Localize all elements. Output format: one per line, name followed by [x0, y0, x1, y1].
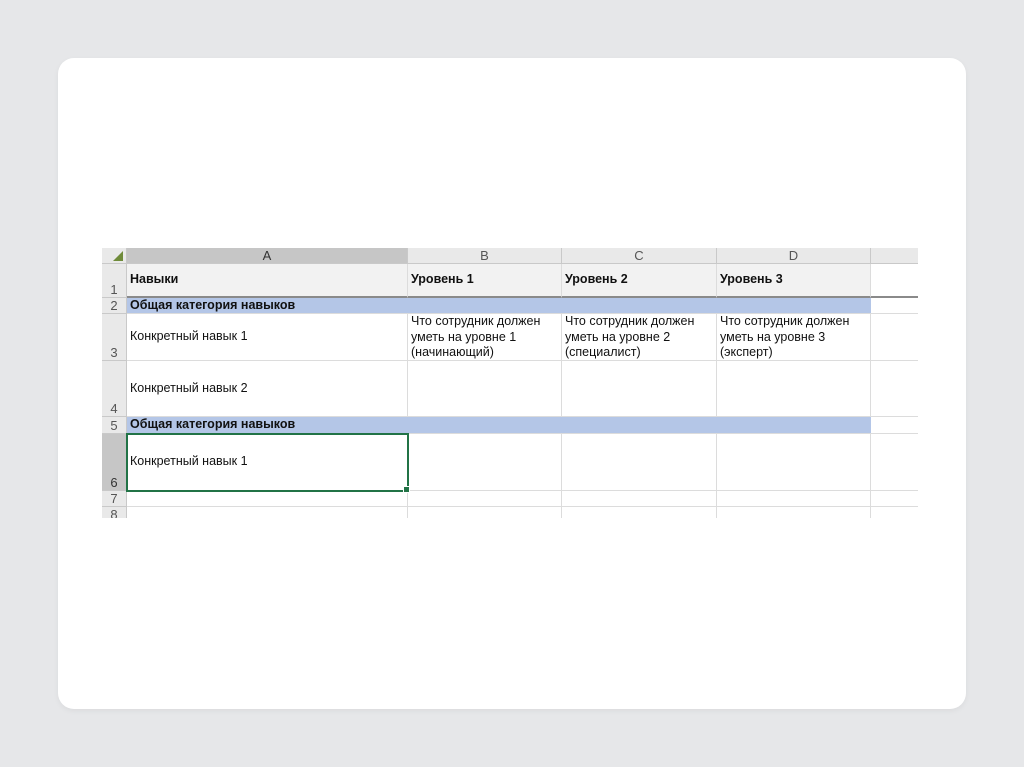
- cell-a3[interactable]: Конкретный навык 1: [127, 314, 408, 361]
- cell-d4[interactable]: [717, 361, 871, 417]
- cell-e8[interactable]: [871, 507, 918, 518]
- row-header-2[interactable]: 2: [102, 298, 127, 314]
- cell-a2-category[interactable]: Общая категория навыков: [127, 298, 871, 314]
- cell-d6[interactable]: [717, 434, 871, 491]
- column-header-e[interactable]: E: [871, 248, 918, 264]
- row-header-5[interactable]: 5: [102, 417, 127, 434]
- cell-b4[interactable]: [408, 361, 562, 417]
- cell-b7[interactable]: [408, 491, 562, 507]
- cell-c8[interactable]: [562, 507, 717, 518]
- spreadsheet-grid[interactable]: A B C D E 1 2 3 4 5 6 7 8 Навыки Уровень…: [102, 248, 918, 518]
- row-header-1[interactable]: 1: [102, 264, 127, 298]
- cell-c3[interactable]: Что сотрудник должен уметь на уровне 2 (…: [562, 314, 717, 361]
- cell-a8[interactable]: [127, 507, 408, 518]
- header-level-2: Уровень 2: [565, 272, 628, 287]
- header-level-3: Уровень 3: [720, 272, 783, 287]
- cell-d3[interactable]: Что сотрудник должен уметь на уровне 3 (…: [717, 314, 871, 361]
- select-all-triangle-icon: [113, 251, 123, 261]
- row-header-6[interactable]: 6: [102, 434, 127, 491]
- cell-e5[interactable]: [871, 417, 918, 434]
- cell-e2[interactable]: [871, 298, 918, 314]
- select-all-corner[interactable]: [102, 248, 127, 264]
- cell-d7[interactable]: [717, 491, 871, 507]
- level-3-description: Что сотрудник должен уметь на уровне 3 (…: [720, 314, 850, 359]
- cell-e4[interactable]: [871, 361, 918, 417]
- cell-b8[interactable]: [408, 507, 562, 518]
- cell-a7[interactable]: [127, 491, 408, 507]
- cell-e1[interactable]: [871, 264, 918, 298]
- cell-d1[interactable]: Уровень 3: [717, 264, 871, 298]
- cell-e7[interactable]: [871, 491, 918, 507]
- category-label: Общая категория навыков: [130, 417, 296, 432]
- cell-c7[interactable]: [562, 491, 717, 507]
- row-header-8[interactable]: 8: [102, 507, 127, 518]
- header-level-1: Уровень 1: [411, 272, 474, 287]
- cell-c1[interactable]: Уровень 2: [562, 264, 717, 298]
- row-header-7[interactable]: 7: [102, 491, 127, 507]
- cell-e6[interactable]: [871, 434, 918, 491]
- cell-b6[interactable]: [408, 434, 562, 491]
- cell-c6[interactable]: [562, 434, 717, 491]
- level-1-description: Что сотрудник должен уметь на уровне 1 (…: [411, 314, 541, 359]
- cell-e3[interactable]: [871, 314, 918, 361]
- row-header-3[interactable]: 3: [102, 314, 127, 361]
- cell-b1[interactable]: Уровень 1: [408, 264, 562, 298]
- category-label: Общая категория навыков: [130, 298, 296, 312]
- fill-handle[interactable]: [403, 486, 410, 493]
- column-header-c[interactable]: C: [562, 248, 717, 264]
- level-2-description: Что сотрудник должен уметь на уровне 2 (…: [565, 314, 695, 359]
- cell-a1[interactable]: Навыки: [127, 264, 408, 298]
- cell-c4[interactable]: [562, 361, 717, 417]
- cell-d8[interactable]: [717, 507, 871, 518]
- active-cell-selection[interactable]: [126, 433, 410, 493]
- column-header-a[interactable]: A: [127, 248, 408, 264]
- header-skills: Навыки: [130, 272, 179, 287]
- cell-a4[interactable]: Конкретный навык 2: [127, 361, 408, 417]
- cell-b3[interactable]: Что сотрудник должен уметь на уровне 1 (…: [408, 314, 562, 361]
- skill-label: Конкретный навык 2: [130, 380, 248, 395]
- column-header-d[interactable]: D: [717, 248, 871, 264]
- skill-label: Конкретный навык 1: [130, 329, 248, 344]
- row-header-4[interactable]: 4: [102, 361, 127, 417]
- column-header-b[interactable]: B: [408, 248, 562, 264]
- cell-a5-category[interactable]: Общая категория навыков: [127, 417, 871, 434]
